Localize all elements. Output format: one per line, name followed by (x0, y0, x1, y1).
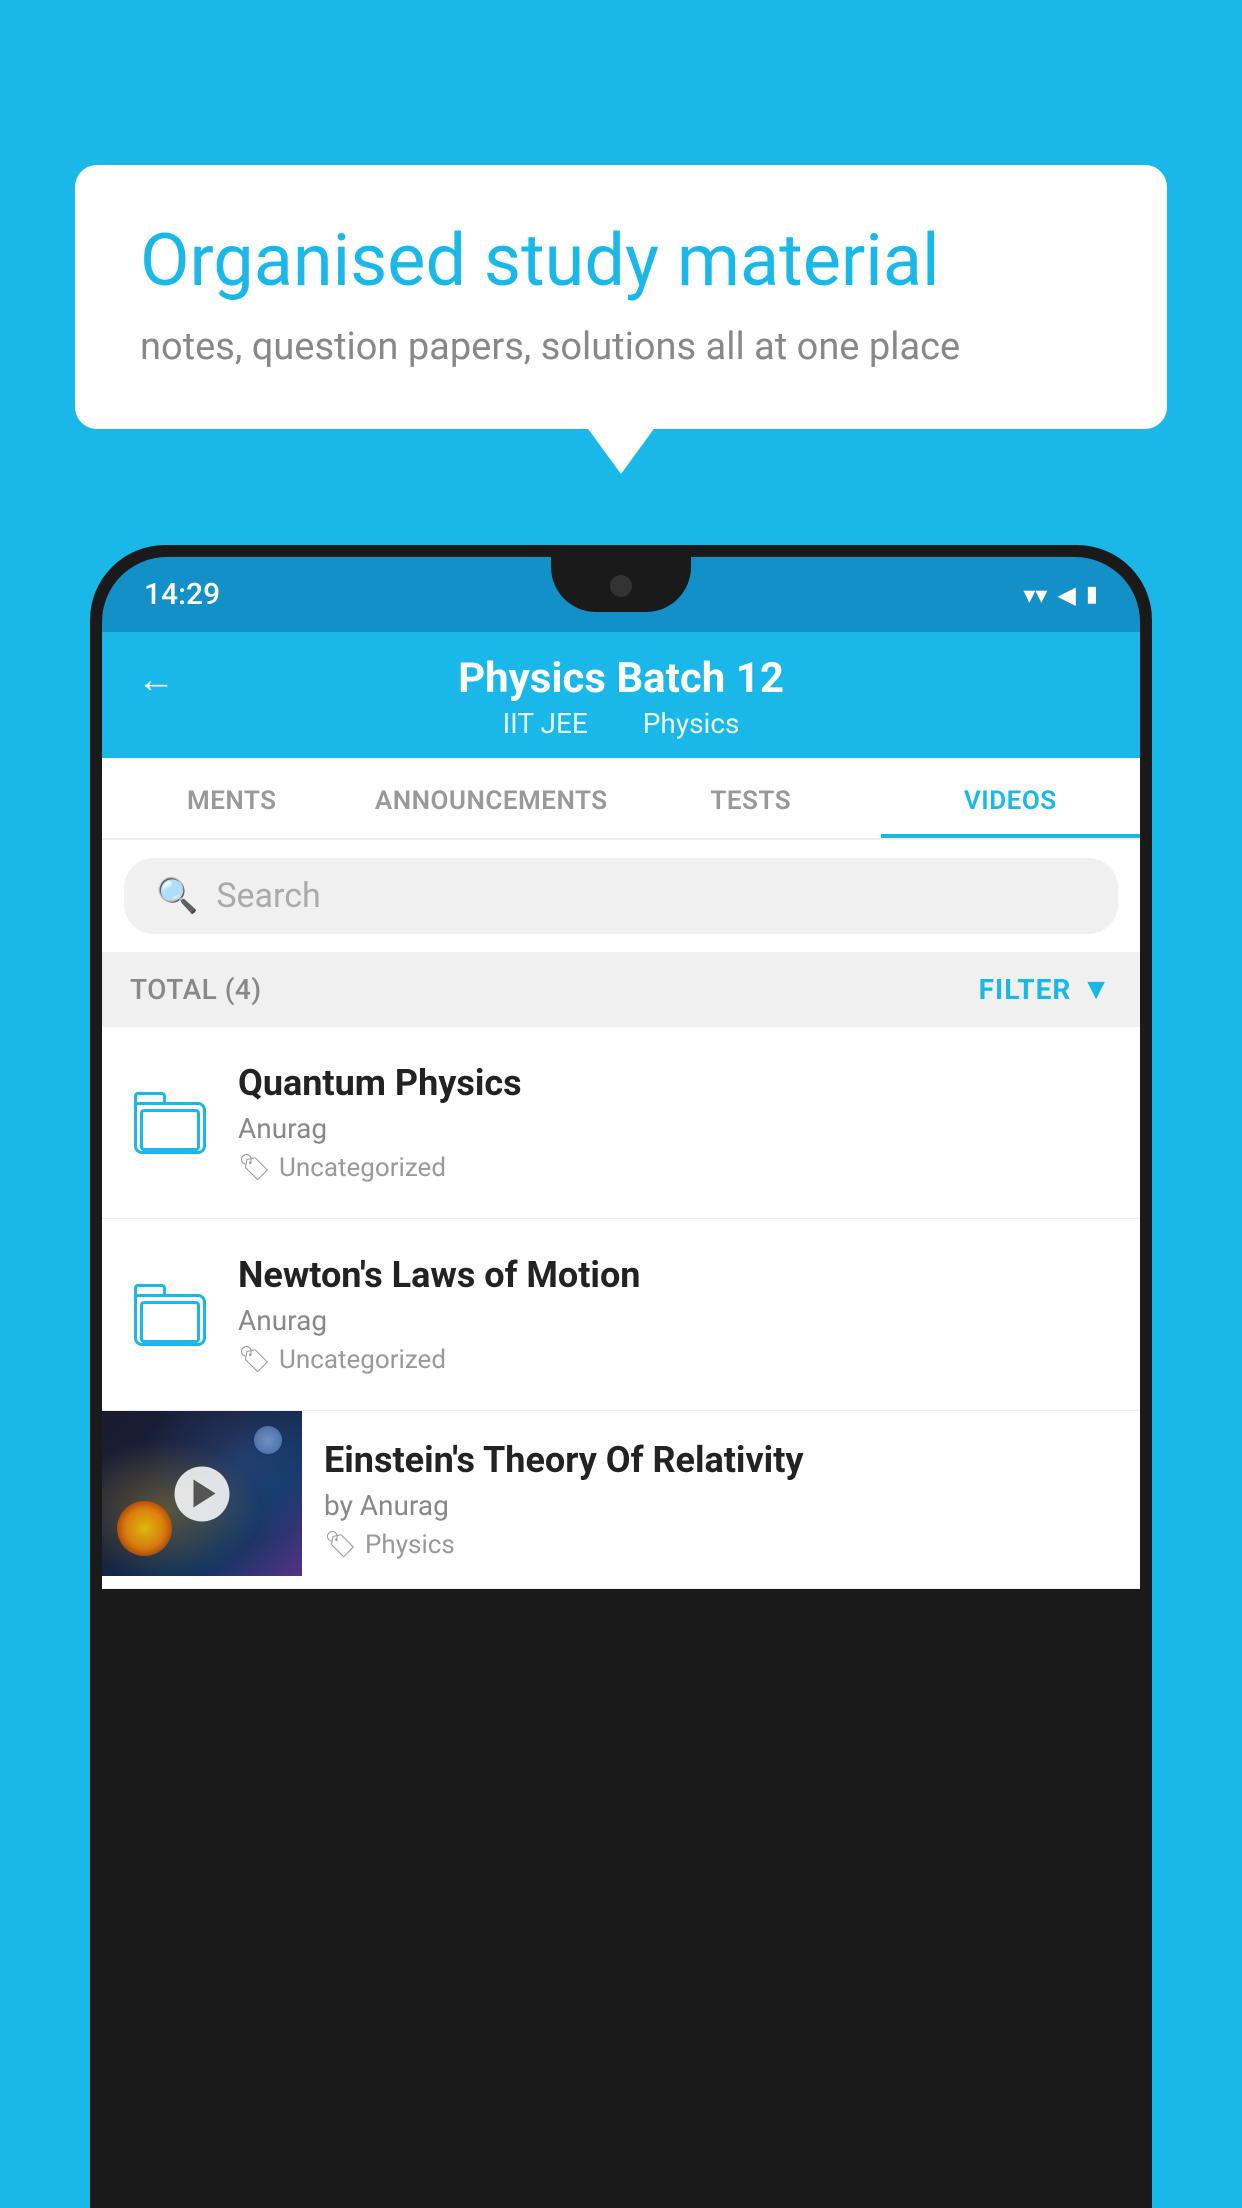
tabs-bar: MENTS ANNOUNCEMENTS TESTS VIDEOS (102, 758, 1140, 840)
total-count: TOTAL (4) (130, 973, 262, 1006)
tab-announcements[interactable]: ANNOUNCEMENTS (362, 758, 622, 838)
tag-icon: 🏷 (238, 1345, 271, 1375)
video-author: by Anurag (324, 1489, 1118, 1522)
bubble-subtitle: notes, question papers, solutions all at… (140, 325, 1102, 369)
status-icons: ▾▾ ◀ ▮ (1023, 581, 1098, 609)
item-tag: 🏷 Uncategorized (238, 1345, 1112, 1375)
app-bar: ← Physics Batch 12 IIT JEE Physics (102, 632, 1140, 758)
item-info: Newton's Laws of Motion Anurag 🏷 Uncateg… (238, 1254, 1112, 1375)
item-author: Anurag (238, 1112, 1112, 1145)
list-item[interactable]: Quantum Physics Anurag 🏷 Uncategorized (102, 1027, 1140, 1219)
play-triangle-icon (193, 1480, 215, 1508)
item-icon (130, 1284, 210, 1346)
video-tag-icon: 🏷 (324, 1530, 357, 1560)
item-tag: 🏷 Uncategorized (238, 1153, 1112, 1183)
subtitle-physics: Physics (643, 707, 740, 740)
filter-button[interactable]: FILTER ▼ (979, 972, 1112, 1007)
battery-icon: ▮ (1086, 582, 1098, 607)
status-time: 14:29 (144, 577, 220, 612)
search-icon: 🔍 (156, 876, 198, 916)
tab-tests[interactable]: TESTS (621, 758, 881, 838)
item-author: Anurag (238, 1304, 1112, 1337)
video-title: Einstein's Theory Of Relativity (324, 1439, 1118, 1481)
video-list: Quantum Physics Anurag 🏷 Uncategorized (102, 1027, 1140, 1589)
camera-dot (610, 575, 632, 597)
filter-funnel-icon: ▼ (1081, 972, 1112, 1007)
item-icon (130, 1092, 210, 1154)
folder-icon (134, 1284, 206, 1346)
item-title: Quantum Physics (238, 1062, 1112, 1104)
video-tag-label: Physics (365, 1530, 455, 1560)
search-container: 🔍 Search (102, 840, 1140, 952)
filter-row: TOTAL (4) FILTER ▼ (102, 952, 1140, 1027)
search-bar[interactable]: 🔍 Search (124, 858, 1118, 934)
item-info: Quantum Physics Anurag 🏷 Uncategorized (238, 1062, 1112, 1183)
back-button[interactable]: ← (137, 658, 175, 702)
play-button[interactable] (175, 1466, 230, 1521)
video-tag: 🏷 Physics (324, 1530, 1118, 1560)
video-thumbnail (102, 1411, 302, 1576)
status-bar: 14:29 ▾▾ ◀ ▮ (102, 557, 1140, 632)
app-bar-title: Physics Batch 12 (458, 654, 784, 703)
app-bar-subtitle: IIT JEE Physics (491, 707, 752, 740)
phone-inner: 14:29 ▾▾ ◀ ▮ ← Physics Batch 12 IIT JEE … (102, 557, 1140, 2208)
list-item-video[interactable]: Einstein's Theory Of Relativity by Anura… (102, 1411, 1140, 1589)
folder-icon (134, 1092, 206, 1154)
tag-label: Uncategorized (279, 1345, 446, 1375)
wifi-icon: ▾▾ (1023, 581, 1047, 609)
signal-icon: ◀ (1057, 581, 1075, 609)
list-item[interactable]: Newton's Laws of Motion Anurag 🏷 Uncateg… (102, 1219, 1140, 1411)
bubble-title: Organised study material (140, 220, 1102, 303)
tab-ments[interactable]: MENTS (102, 758, 362, 838)
filter-label: FILTER (979, 973, 1072, 1006)
video-info: Einstein's Theory Of Relativity by Anura… (302, 1411, 1140, 1588)
tab-videos[interactable]: VIDEOS (881, 758, 1141, 838)
subtitle-iitjee: IIT JEE (503, 707, 588, 740)
notch (551, 557, 691, 612)
tag-label: Uncategorized (279, 1153, 446, 1183)
phone-frame: 14:29 ▾▾ ◀ ▮ ← Physics Batch 12 IIT JEE … (90, 545, 1152, 2208)
tag-icon: 🏷 (238, 1153, 271, 1183)
search-input[interactable]: Search (216, 876, 320, 916)
speech-bubble-container: Organised study material notes, question… (75, 165, 1167, 429)
speech-bubble: Organised study material notes, question… (75, 165, 1167, 429)
item-title: Newton's Laws of Motion (238, 1254, 1112, 1296)
